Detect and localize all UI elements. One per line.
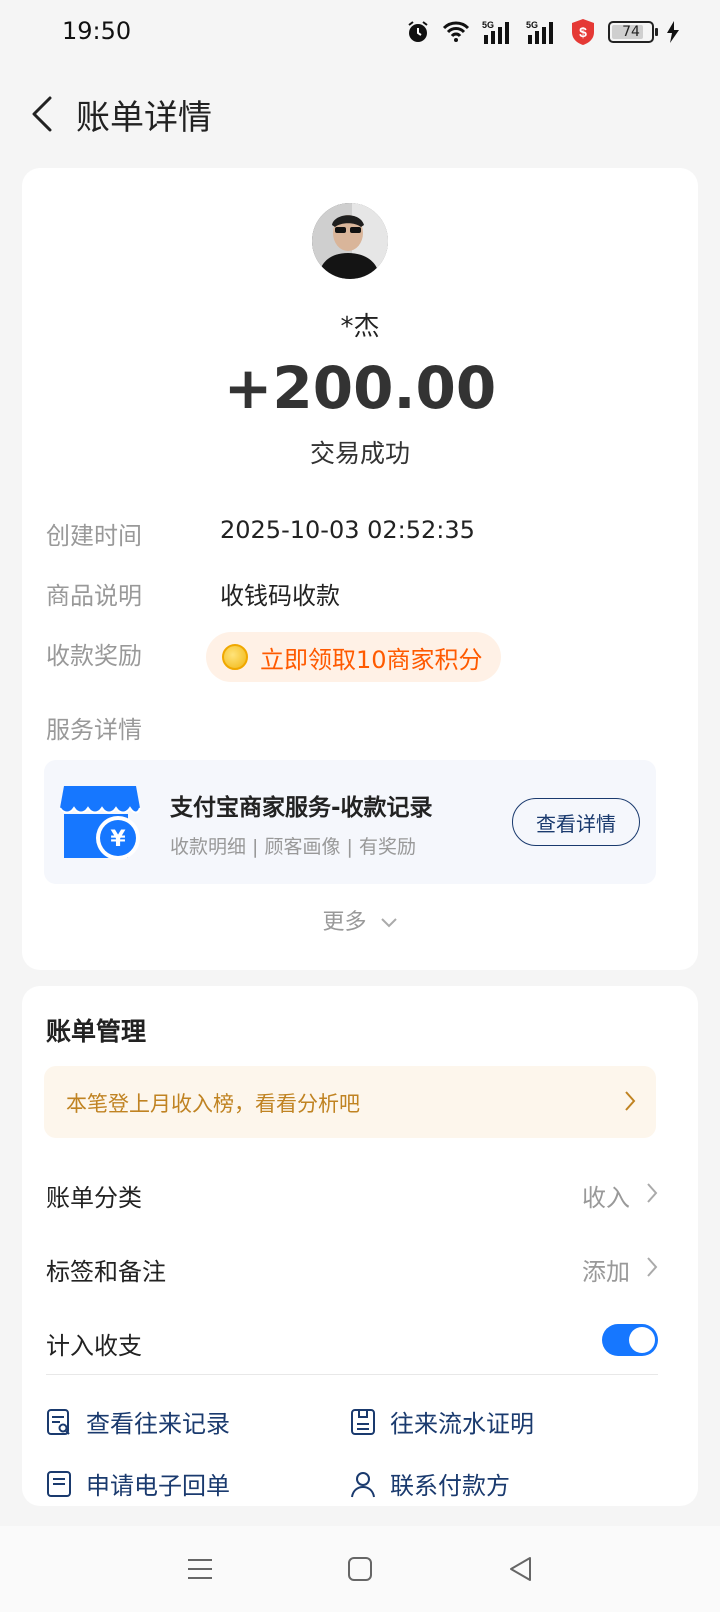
status-bar: 19:50 5G 5G $ 74	[0, 0, 720, 64]
back-button[interactable]	[22, 90, 62, 138]
shield-app-icon: $	[572, 19, 594, 45]
reward-label: 收款奖励	[46, 642, 142, 670]
status-icons: 5G 5G $ 74	[406, 16, 680, 48]
transaction-amount: +200.00	[223, 354, 497, 422]
nav-menu-button[interactable]	[170, 1544, 230, 1594]
bill-category-value: 收入	[582, 1184, 630, 1212]
payer-name: *杰	[340, 312, 380, 342]
product-desc-label: 商品说明	[46, 582, 142, 610]
reward-text: 立即领取10商家积分	[260, 645, 483, 674]
statement-proof-label: 往来流水证明	[390, 1410, 534, 1438]
e-receipt-link[interactable]: 申请电子回单	[46, 1466, 230, 1501]
receipt-icon	[47, 1470, 71, 1497]
promo-text: 本笔登上月收入榜，看看分析吧	[66, 1092, 360, 1116]
product-desc-value: 收钱码收款	[220, 582, 340, 610]
avatar-image	[312, 203, 388, 279]
page-title: 账单详情	[76, 98, 212, 138]
section-title: 账单管理	[46, 1017, 147, 1046]
created-time-label: 创建时间	[46, 522, 142, 550]
statement-proof-link[interactable]: 往来流水证明	[350, 1404, 534, 1439]
shop-yuan-icon: ¥	[59, 786, 141, 860]
alarm-icon	[408, 21, 428, 42]
count-in-balance-label: 计入收支	[46, 1332, 142, 1360]
nav-home-button[interactable]	[330, 1544, 390, 1594]
merchant-service-card[interactable]: ¥ 支付宝商家服务-收款记录 收款明细 | 顾客画像 | 有奖励 查看详情	[44, 760, 656, 884]
statement-icon	[351, 1408, 375, 1435]
svg-text:5G: 5G	[526, 20, 538, 30]
transaction-status: 交易成功	[309, 439, 410, 468]
divider	[46, 1374, 658, 1375]
count-in-balance-toggle[interactable]	[602, 1324, 658, 1356]
chevron-down-icon	[380, 918, 397, 928]
wifi-icon	[442, 21, 470, 42]
tags-notes-label: 标签和备注	[46, 1258, 166, 1286]
home-square-icon	[348, 1557, 372, 1581]
svg-text:5G: 5G	[482, 20, 494, 30]
battery-indicator: 74	[608, 21, 658, 43]
charging-icon	[667, 21, 679, 43]
e-receipt-label: 申请电子回单	[86, 1472, 230, 1500]
nav-back-button[interactable]	[490, 1544, 550, 1594]
svg-text:¥: ¥	[110, 827, 126, 852]
status-time: 19:50	[62, 17, 132, 45]
tags-notes-value: 添加	[582, 1258, 630, 1286]
service-details-label: 服务详情	[46, 716, 142, 744]
chevron-right-icon	[625, 1091, 636, 1111]
bill-category-row[interactable]: 账单分类 收入	[46, 1164, 658, 1220]
claim-reward-button[interactable]: 立即领取10商家积分	[206, 632, 501, 682]
income-ranking-banner[interactable]: 本笔登上月收入榜，看看分析吧	[44, 1066, 656, 1138]
system-nav-bar	[0, 1526, 720, 1612]
bill-management-card: 账单管理 本笔登上月收入榜，看看分析吧 账单分类 收入 标签和备注 添加 计入收…	[22, 986, 698, 1506]
created-time-value: 2025-10-03 02:52:35	[220, 516, 475, 544]
more-toggle[interactable]: 更多	[22, 904, 698, 936]
signal-5g-icon: 5G	[482, 20, 509, 44]
count-in-balance-row: 计入收支	[46, 1312, 658, 1368]
service-subtitle: 收款明细 | 顾客画像 | 有奖励	[170, 836, 416, 858]
bill-category-label: 账单分类	[46, 1184, 142, 1212]
svg-text:$: $	[579, 24, 587, 40]
view-history-label: 查看往来记录	[86, 1410, 230, 1438]
tags-notes-row[interactable]: 标签和备注 添加	[46, 1238, 658, 1294]
signal-5g-icon-2: 5G	[526, 20, 553, 44]
chevron-right-icon	[647, 1257, 658, 1277]
service-title: 支付宝商家服务-收款记录	[170, 795, 433, 821]
avatar[interactable]	[312, 203, 388, 279]
menu-icon	[188, 1559, 212, 1579]
view-details-button[interactable]: 查看详情	[512, 798, 640, 846]
more-label: 更多	[322, 910, 367, 935]
back-triangle-icon	[510, 1557, 531, 1581]
chevron-right-icon	[647, 1183, 658, 1203]
contact-payer-label: 联系付款方	[390, 1472, 510, 1500]
chevron-left-icon	[32, 96, 52, 132]
view-history-link[interactable]: 查看往来记录	[46, 1404, 230, 1439]
coin-icon	[222, 644, 248, 670]
contact-payer-link[interactable]: 联系付款方	[350, 1466, 510, 1501]
contact-icon	[351, 1471, 375, 1497]
record-search-icon	[47, 1408, 70, 1435]
bill-detail-card: *杰 +200.00 交易成功 创建时间 2025-10-03 02:52:35…	[22, 168, 698, 970]
page-header: 账单详情	[0, 80, 720, 146]
